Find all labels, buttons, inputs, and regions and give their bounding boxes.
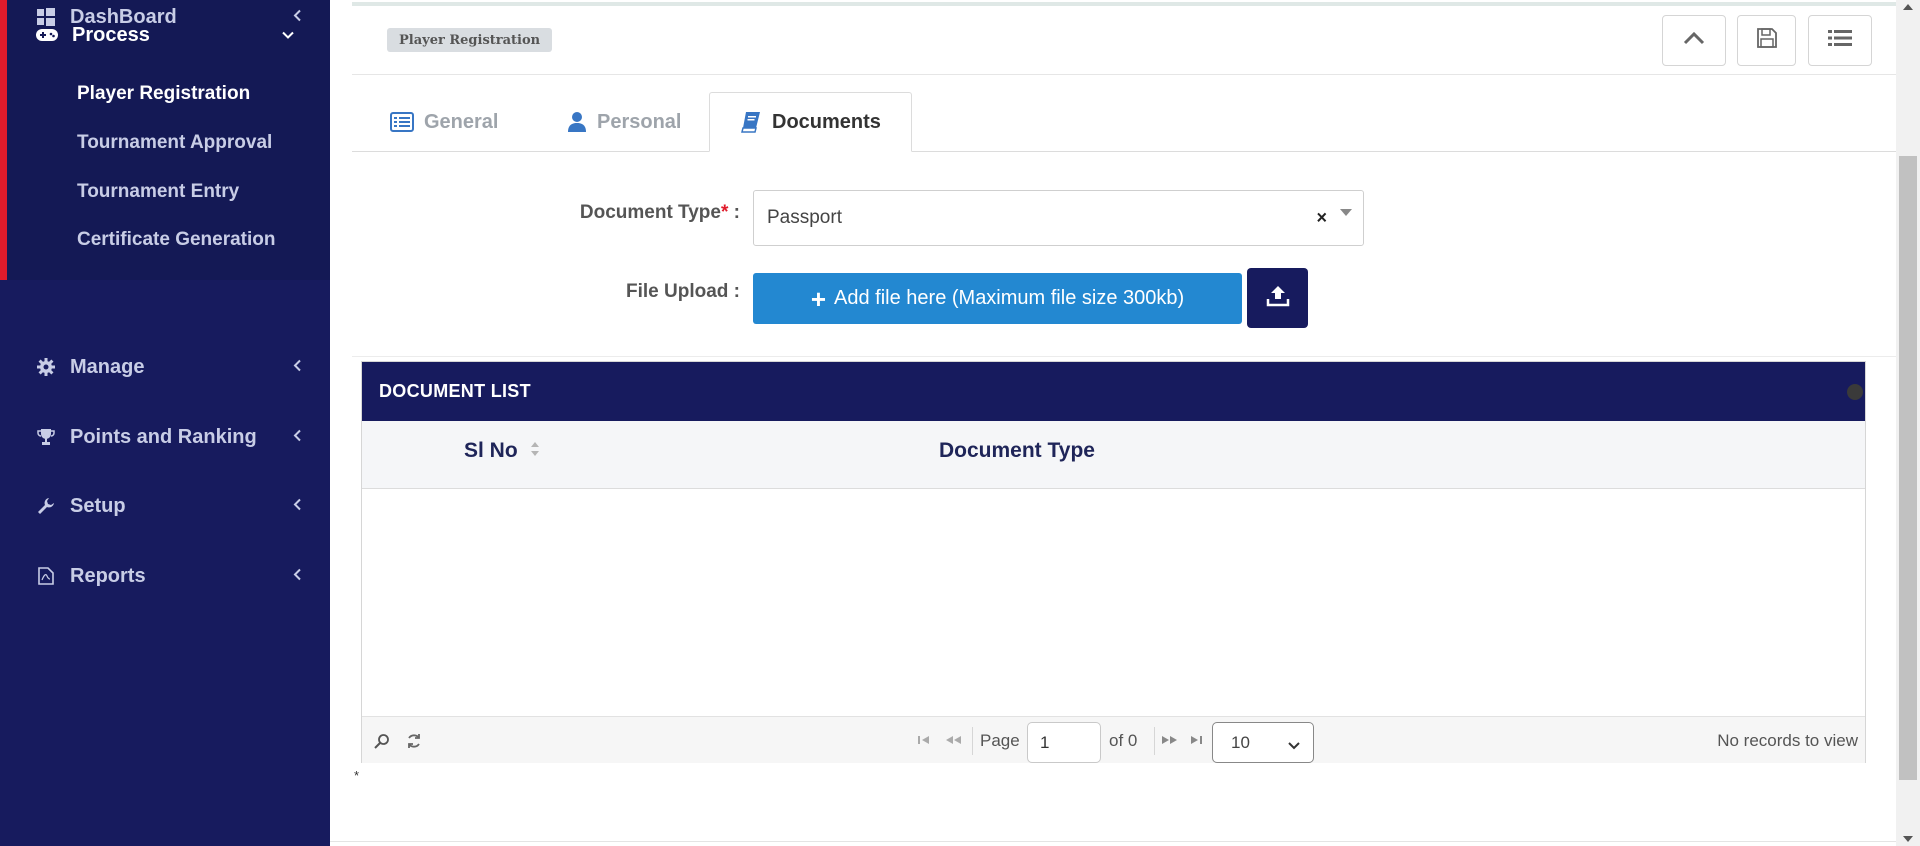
column-header-document-type[interactable]: Document Type [939,439,1095,463]
document-type-select[interactable]: Passport × [753,190,1364,246]
grid-title: DOCUMENT LIST [379,381,531,401]
page-label: Page [980,731,1020,750]
pager-separator [972,727,973,755]
vertical-scrollbar[interactable] [1896,0,1920,846]
save-icon [1756,28,1777,53]
plus-icon: + [810,283,827,314]
grid-pager: Page 1 of 0 10 No records to view [362,716,1865,763]
sidebar-section-process: Process Player Registration Tournament A… [0,0,330,280]
sidebar-subitem-tournament-approval[interactable]: Tournament Approval [77,132,272,154]
settings-icon[interactable] [1847,384,1863,400]
sidebar-item-label: Manage [70,355,145,378]
refresh-icon[interactable] [406,733,422,754]
sort-icon [530,439,540,463]
wrench-icon [36,496,56,516]
add-file-label: Add file here (Maximum file size 300kb) [834,287,1185,309]
collapse-button[interactable] [1662,15,1726,66]
list-icon [1828,29,1852,52]
sidebar-subitem-certificate-generation[interactable]: Certificate Generation [77,229,276,251]
page-number-input[interactable]: 1 [1027,722,1101,763]
gear-icon [36,357,56,377]
sidebar: DashBoard Process Player Registration To… [0,0,330,846]
page-count: of 0 [1109,731,1138,750]
main-content: Player Registration General Personal Doc… [330,0,1902,846]
page-size-value: 10 [1231,732,1250,752]
gamepad-icon [36,24,58,46]
sidebar-subitem-player-registration[interactable]: Player Registration [77,83,250,105]
pager-separator [1154,727,1155,755]
chevron-left-icon [292,565,302,588]
sidebar-item-reports[interactable]: Reports [0,557,330,595]
document-type-label: Document Type* : [579,202,740,223]
chevron-left-icon [292,426,302,449]
page-size-select[interactable]: 10 [1212,722,1314,763]
upload-icon [1266,285,1290,312]
file-upload-label: File Upload : [626,281,740,302]
previous-page-icon[interactable] [945,733,963,751]
sidebar-item-points-and-ranking[interactable]: Points and Ranking [0,418,330,456]
document-type-value: Passport [767,207,842,228]
tab-label: Documents [772,110,881,133]
next-page-icon[interactable] [1160,733,1178,751]
scrollbar-thumb[interactable] [1899,156,1917,780]
scroll-up-icon[interactable] [1903,4,1913,10]
records-status: No records to view [1717,731,1858,750]
grid-caption: DOCUMENT LIST [362,362,1865,421]
add-file-button[interactable]: + Add file here (Maximum file size 300kb… [753,273,1242,324]
tab-personal[interactable]: Personal [567,92,681,152]
sidebar-subitem-tournament-entry[interactable]: Tournament Entry [77,181,239,203]
sidebar-item-manage[interactable]: Manage [0,348,330,386]
scroll-down-icon[interactable] [1903,836,1913,842]
sidebar-item-label: Setup [70,494,126,517]
form-divider [352,356,1902,357]
column-header-sl-no[interactable]: Sl No [464,439,540,463]
chevron-down-icon [281,24,295,47]
sidebar-item-setup[interactable]: Setup [0,487,330,525]
user-icon [567,111,587,133]
sidebar-item-label: Process [72,23,150,46]
search-icon[interactable] [374,733,390,754]
chevron-left-icon [292,356,302,379]
trophy-icon [36,427,56,447]
grid-body [362,490,1865,716]
document-list-grid: DOCUMENT LIST Sl No Document Type Page 1… [361,361,1866,763]
sidebar-item-label: Points and Ranking [70,425,257,448]
tab-general[interactable]: General [390,92,498,152]
bottom-divider [330,841,1896,842]
sidebar-item-process[interactable]: Process [0,0,323,70]
chevron-down-icon [1287,736,1301,756]
grid-header: Sl No Document Type [362,421,1865,489]
first-page-icon[interactable] [917,733,931,751]
footnote: * [354,768,360,783]
clear-icon[interactable]: × [1316,208,1327,229]
caret-down-icon [1340,209,1352,216]
tab-label: Personal [597,110,682,133]
breadcrumb: Player Registration [387,28,553,52]
header-divider [352,74,1902,75]
last-page-icon[interactable] [1189,733,1203,751]
list-alt-icon [390,112,414,132]
chevron-left-icon [292,495,302,518]
tab-label: General [424,110,499,133]
tab-documents[interactable]: Documents [709,92,912,152]
save-button[interactable] [1737,15,1796,66]
upload-button[interactable] [1247,268,1308,328]
book-icon [740,111,762,133]
sidebar-item-label: Reports [70,564,146,587]
top-divider [352,2,1902,6]
pdf-file-icon [36,566,56,586]
chevron-up-icon [1683,31,1705,50]
list-view-button[interactable] [1808,15,1872,66]
